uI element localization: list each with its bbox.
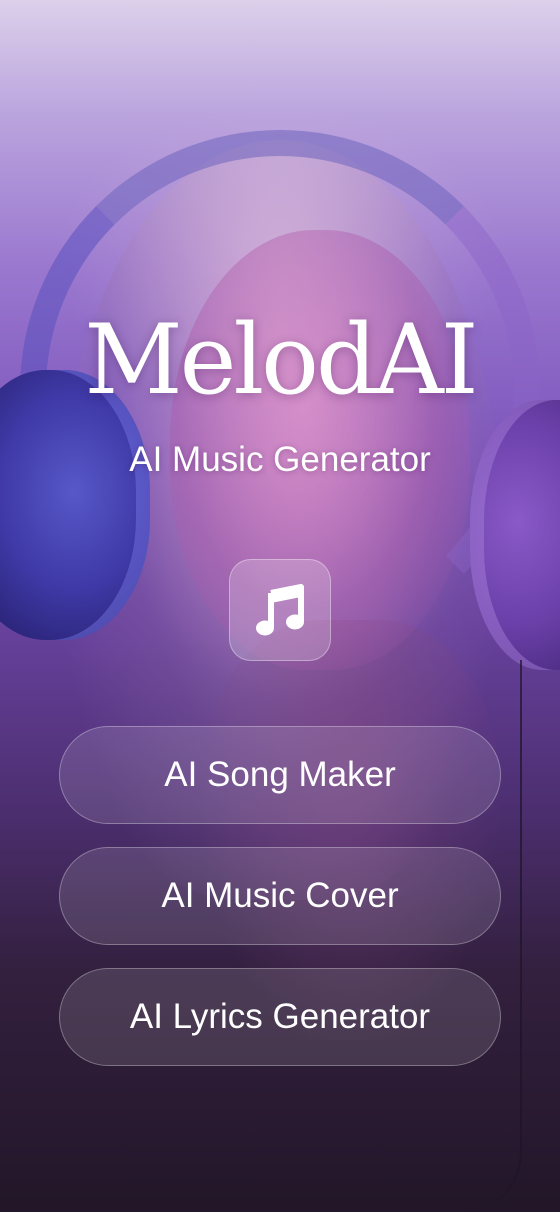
music-note-icon xyxy=(229,559,331,661)
ai-song-maker-label: AI Song Maker xyxy=(164,755,396,794)
app-subtitle: AI Music Generator xyxy=(129,440,431,479)
welcome-screen: MelodAI AI Music Generator AI Song Maker… xyxy=(0,0,560,1212)
ai-lyrics-generator-label: AI Lyrics Generator xyxy=(129,997,431,1036)
ai-music-cover-button[interactable]: AI Music Cover xyxy=(59,847,501,945)
ai-song-maker-button[interactable]: AI Song Maker xyxy=(59,726,501,824)
ai-music-cover-label: AI Music Cover xyxy=(161,876,399,915)
app-logo: MelodAI xyxy=(84,304,478,416)
ai-lyrics-generator-button[interactable]: AI Lyrics Generator xyxy=(59,968,501,1066)
